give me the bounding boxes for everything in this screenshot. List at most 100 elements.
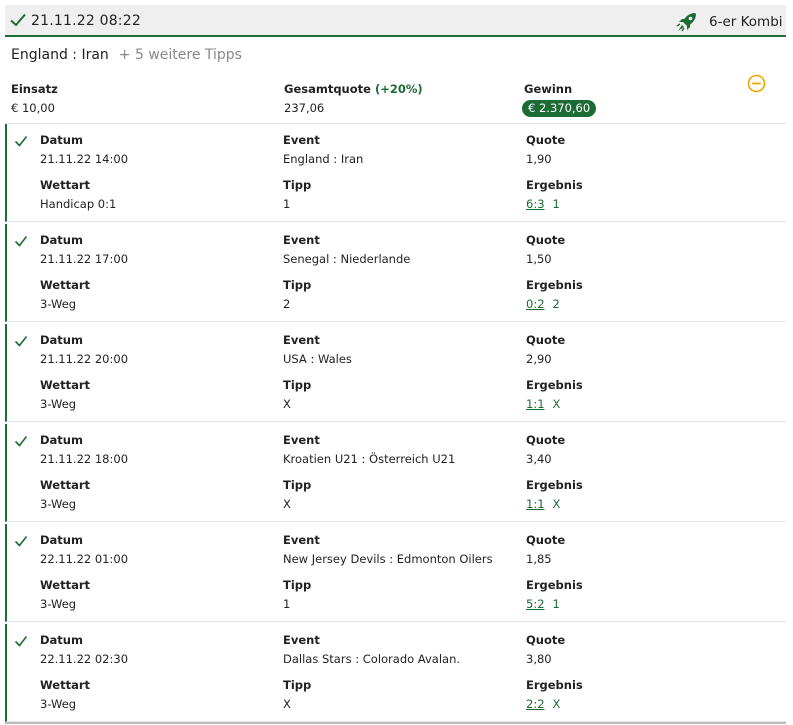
- event-label: Event: [283, 133, 320, 147]
- result-score-link[interactable]: 5:2: [526, 597, 545, 611]
- check-icon: [14, 236, 28, 247]
- event-label: Event: [283, 233, 320, 247]
- result-score-link[interactable]: 6:3: [526, 197, 545, 211]
- bettype-label: Wettart: [40, 278, 90, 292]
- bet-result: 1:1 X: [526, 397, 560, 411]
- odds-label: Quote: [526, 233, 566, 247]
- bet-event: Kroatien U21 : Österreich U21: [283, 452, 456, 466]
- bet-date: 21.11.22 20:00: [40, 352, 129, 366]
- tip-label: Tipp: [283, 678, 312, 692]
- match-line: England : Iran + 5 weitere Tipps: [11, 47, 242, 63]
- bet-type: 3-Weg: [40, 697, 77, 711]
- bet-result: 0:2 2: [526, 297, 560, 311]
- bottom-divider: [5, 722, 786, 724]
- bet-event: Senegal : Niederlande: [283, 252, 411, 266]
- result-outcome: X: [552, 397, 561, 411]
- result-score-link[interactable]: 2:2: [526, 697, 545, 711]
- bet-type: 3-Weg: [40, 397, 77, 411]
- check-icon: [14, 436, 28, 447]
- bet-result: 2:2 X: [526, 697, 560, 711]
- check-icon: [10, 13, 26, 27]
- bettype-label: Wettart: [40, 378, 90, 392]
- bet-odds: 1,50: [526, 252, 552, 266]
- bet-odds: 3,40: [526, 452, 552, 466]
- bet-date: 22.11.22 02:30: [40, 652, 129, 666]
- bet-odds: 3,80: [526, 652, 552, 666]
- date-label: Datum: [40, 633, 83, 647]
- collapse-icon[interactable]: [747, 74, 766, 93]
- stake-value: € 10,00: [11, 101, 55, 115]
- bet-event: England : Iran: [283, 152, 364, 166]
- result-label: Ergebnis: [526, 178, 583, 192]
- result-label: Ergebnis: [526, 378, 583, 392]
- bet-result: 1:1 X: [526, 497, 560, 511]
- date-label: Datum: [40, 433, 83, 447]
- bet-odds: 1,90: [526, 152, 552, 166]
- win-badge: € 2.370,60: [522, 100, 597, 117]
- result-outcome: 1: [552, 597, 560, 611]
- tip-label: Tipp: [283, 278, 312, 292]
- result-outcome: X: [552, 697, 561, 711]
- check-icon: [14, 336, 28, 347]
- tip-label: Tipp: [283, 378, 312, 392]
- odds-bonus: (+20%): [374, 82, 423, 96]
- match-title: England : Iran: [11, 47, 109, 63]
- result-score-link[interactable]: 1:1: [526, 397, 545, 411]
- bettype-label: Wettart: [40, 678, 90, 692]
- bet-result: 5:2 1: [526, 597, 560, 611]
- result-label: Ergebnis: [526, 678, 583, 692]
- bet-odds: 1,85: [526, 552, 552, 566]
- bet-tip: 2: [283, 297, 291, 311]
- event-label: Event: [283, 533, 320, 547]
- bettype-label: Wettart: [40, 478, 90, 492]
- bettype-label: Wettart: [40, 578, 90, 592]
- result-score-link[interactable]: 0:2: [526, 297, 545, 311]
- check-icon: [14, 136, 28, 147]
- bet-row: Datum 22.11.22 01:00 Event New Jersey Devil…: [5, 524, 786, 622]
- bet-type-label: 6-er Kombi: [709, 14, 783, 30]
- bet-row: Datum 21.11.22 20:00 Event USA : Wales Quote…: [5, 324, 786, 422]
- bet-row: Datum 21.11.22 17:00 Event Senegal : Nieder…: [5, 224, 786, 322]
- result-label: Ergebnis: [526, 478, 583, 492]
- result-outcome: 2: [552, 297, 560, 311]
- result-score-link[interactable]: 1:1: [526, 497, 545, 511]
- bet-date: 21.11.22 14:00: [40, 152, 129, 166]
- bet-event: Dallas Stars : Colorado Avalan.: [283, 652, 461, 666]
- rocket-icon: [676, 13, 696, 32]
- check-icon: [14, 536, 28, 547]
- bet-date: 21.11.22 18:00: [40, 452, 129, 466]
- win-label: Gewinn: [524, 82, 573, 96]
- event-label: Event: [283, 333, 320, 347]
- bet-tip: X: [283, 697, 291, 711]
- bet-tip: 1: [283, 597, 291, 611]
- bet-type: 3-Weg: [40, 497, 77, 511]
- bettype-label: Wettart: [40, 178, 90, 192]
- bet-row: Datum 22.11.22 02:30 Event Dallas Stars : C…: [5, 624, 786, 722]
- bet-event: USA : Wales: [283, 352, 352, 366]
- more-tips-link[interactable]: + 5 weitere Tipps: [119, 47, 242, 63]
- event-label: Event: [283, 633, 320, 647]
- bet-tip: X: [283, 497, 291, 511]
- bet-result: 6:3 1: [526, 197, 560, 211]
- odds-label: Quote: [526, 133, 566, 147]
- bet-type: 3-Weg: [40, 297, 77, 311]
- bet-date: 22.11.22 01:00: [40, 552, 129, 566]
- date-label: Datum: [40, 133, 83, 147]
- tip-label: Tipp: [283, 578, 312, 592]
- result-label: Ergebnis: [526, 578, 583, 592]
- bet-summary: Einsatz € 10,00 Gesamtquote (+20%) 237,0…: [0, 80, 793, 118]
- bet-event: New Jersey Devils : Edmonton Oilers: [283, 552, 493, 566]
- bet-date: 21.11.22 08:22: [31, 13, 141, 29]
- bet-tip: X: [283, 397, 291, 411]
- result-outcome: X: [552, 497, 561, 511]
- bet-type: Handicap 0:1: [40, 197, 117, 211]
- bet-type: 3-Weg: [40, 597, 77, 611]
- date-label: Datum: [40, 533, 83, 547]
- bet-row: Datum 21.11.22 14:00 Event England : Iran Qu…: [5, 124, 786, 222]
- total-odds-value: 237,06: [284, 101, 325, 115]
- bet-tip: 1: [283, 197, 291, 211]
- bet-row: Datum 21.11.22 18:00 Event Kroatien U21 : Ö…: [5, 424, 786, 522]
- odds-label: Quote: [526, 333, 566, 347]
- check-icon: [14, 636, 28, 647]
- bet-header[interactable]: 21.11.22 08:22 6-er Kombi: [5, 5, 786, 37]
